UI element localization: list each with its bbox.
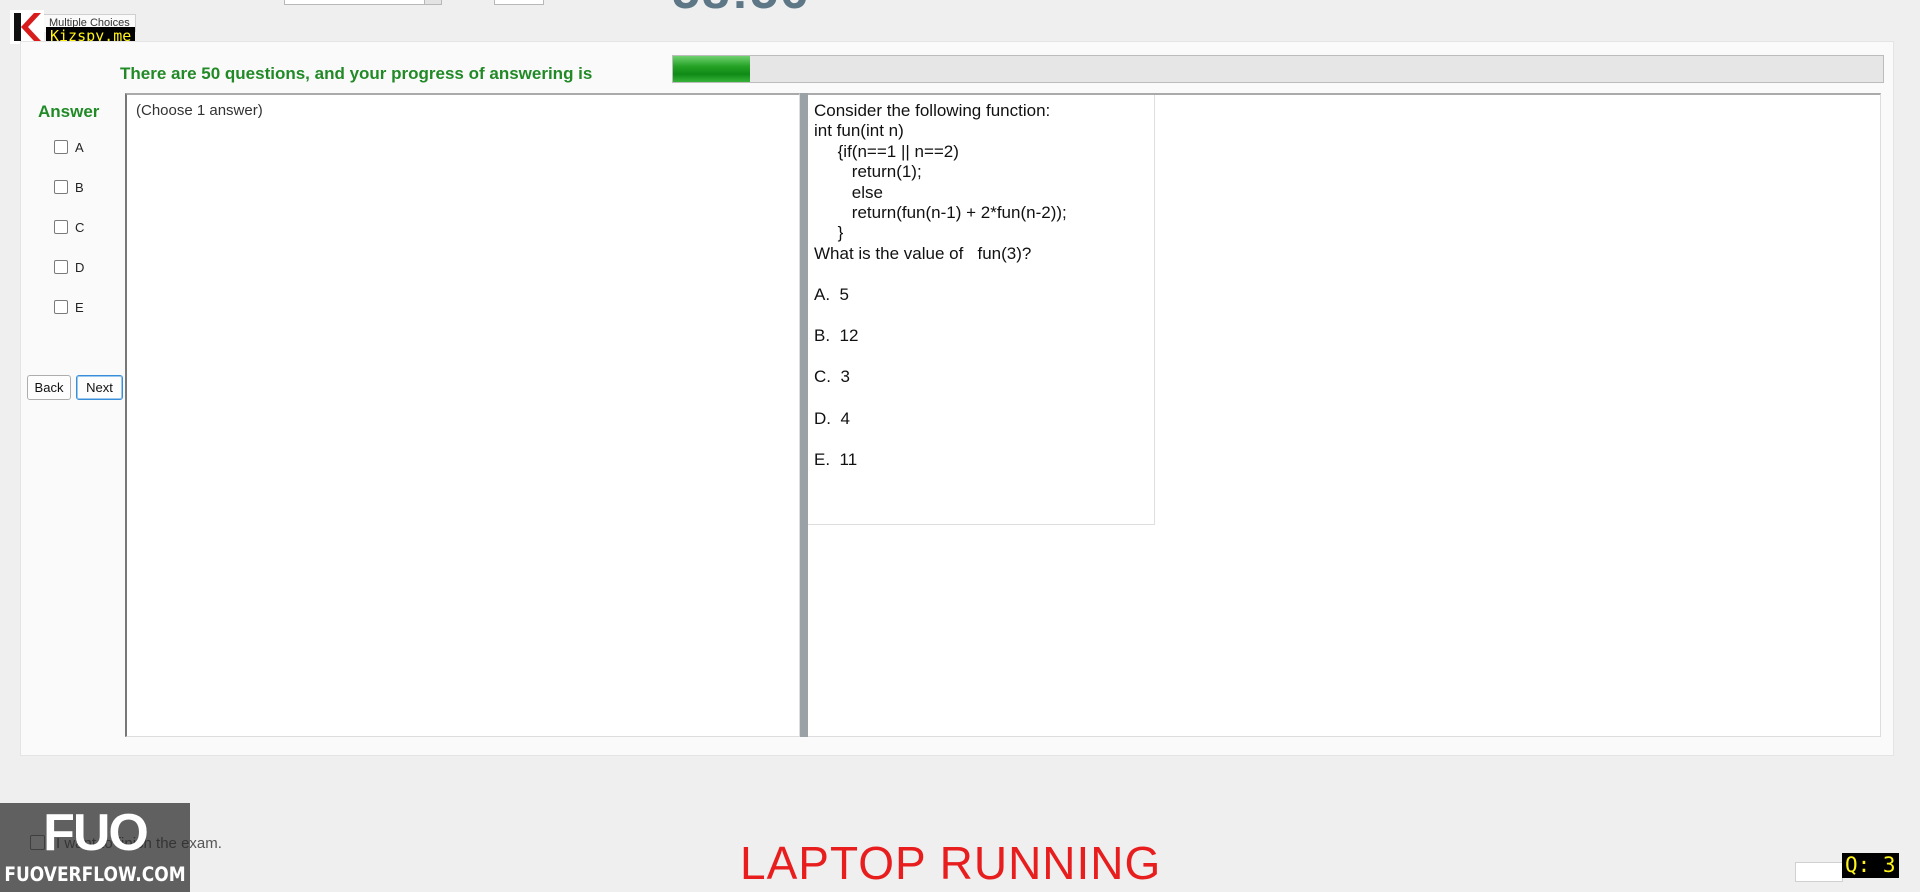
question-line: What is the value of fun(3)? [814, 244, 1032, 263]
progress-bar [672, 55, 1884, 83]
checkbox-icon[interactable] [54, 220, 68, 234]
progress-label: There are 50 questions, and your progres… [120, 64, 593, 83]
question-line: Consider the following function: [814, 101, 1051, 120]
question-number-badge: Q: 3 [1842, 853, 1899, 878]
question-content: Consider the following function: int fun… [808, 95, 1155, 525]
back-button[interactable]: Back [27, 375, 71, 400]
question-line: return(1); [814, 162, 922, 181]
top-small-field[interactable] [494, 0, 544, 5]
option-a-checkbox[interactable]: A [54, 138, 84, 156]
checkbox-icon[interactable] [54, 180, 68, 194]
checkbox-icon[interactable] [54, 260, 68, 274]
choice-b-text: B. 12 [814, 326, 859, 345]
choice-c-text: C. 3 [814, 367, 850, 386]
question-line: {if(n==1 || n==2) [814, 142, 959, 161]
option-c-checkbox[interactable]: C [54, 218, 84, 236]
kizspy-logo-icon [10, 10, 44, 44]
exam-timer: 58:56 [672, 0, 810, 12]
question-line: return(fun(n-1) + 2*fun(n-2)); [814, 203, 1067, 222]
question-line: int fun(int n) [814, 121, 904, 140]
progress-fill [673, 56, 751, 82]
top-combo-box[interactable] [284, 0, 442, 5]
question-area: Consider the following function: int fun… [808, 93, 1881, 737]
panel-splitter[interactable] [800, 93, 808, 737]
fuo-logo: FUO [43, 804, 149, 862]
bottom-right-field[interactable] [1795, 862, 1843, 882]
fuoverflow-watermark: FUO FUOVERFLOW.COM [0, 803, 190, 892]
answer-title: Answer [38, 102, 100, 121]
next-button[interactable]: Next [76, 375, 123, 400]
checkbox-icon[interactable] [54, 300, 68, 314]
combo-dropdown-button[interactable] [424, 0, 441, 4]
answer-text-area[interactable]: (Choose 1 answer) [125, 93, 800, 737]
question-line: else [814, 183, 883, 202]
choice-e-text: E. 11 [814, 450, 858, 469]
option-d-checkbox[interactable]: D [54, 258, 84, 276]
checkbox-icon[interactable] [54, 140, 68, 154]
laptop-running-banner: LAPTOP RUNNING [740, 837, 1162, 889]
question-line: } [814, 223, 844, 242]
choose-hint: (Choose 1 answer) [136, 102, 263, 119]
choice-a-text: A. 5 [814, 285, 849, 304]
fuo-site: FUOVERFLOW.COM [4, 863, 186, 887]
option-e-checkbox[interactable]: E [54, 298, 84, 316]
choice-d-text: D. 4 [814, 409, 850, 428]
option-b-checkbox[interactable]: B [54, 178, 84, 196]
